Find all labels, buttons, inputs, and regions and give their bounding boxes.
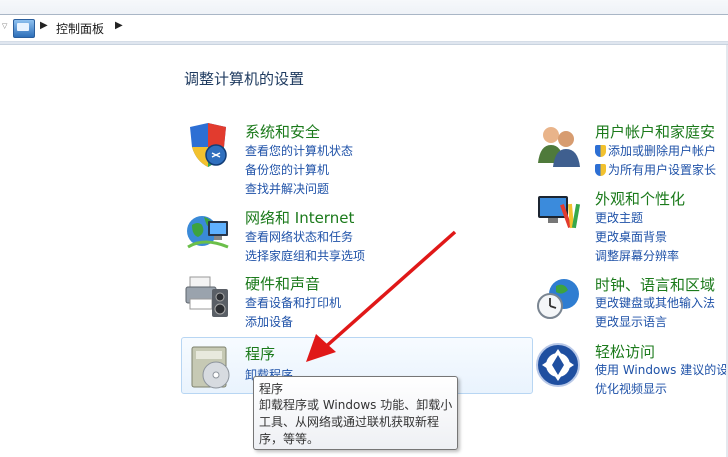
control-panel-icon xyxy=(13,19,35,38)
link-parental-controls[interactable]: 为所有用户设置家长 xyxy=(595,161,716,178)
category-title[interactable]: 用户帐户和家庭安 xyxy=(595,121,715,142)
category-title[interactable]: 程序 xyxy=(245,343,275,364)
link-view-status[interactable]: 查看您的计算机状态 xyxy=(245,142,353,159)
link-change-theme[interactable]: 更改主题 xyxy=(595,209,643,226)
page-title: 调整计算机的设置 xyxy=(184,70,305,88)
tooltip-description: 卸载程序或 Windows 功能、卸载小工具、从网络或通过联机获取新程序，等等。 xyxy=(259,398,453,446)
uac-shield-icon xyxy=(595,145,606,157)
link-label[interactable]: 为所有用户设置家长 xyxy=(608,163,716,177)
shield-security-icon xyxy=(190,123,227,167)
programs-disc-icon xyxy=(191,346,230,389)
tooltip-title: 程序 xyxy=(259,382,284,396)
ease-of-access-icon xyxy=(536,343,580,387)
link-change-background[interactable]: 更改桌面背景 xyxy=(595,228,667,245)
address-field[interactable]: ▽ ▶ 控制面板 ▶ xyxy=(0,14,728,42)
link-screen-resolution[interactable]: 调整屏幕分辨率 xyxy=(595,247,679,264)
link-troubleshoot[interactable]: 查找并解决问题 xyxy=(245,180,329,197)
monitor-palette-icon xyxy=(538,196,581,229)
link-optimize-display[interactable]: 优化视频显示 xyxy=(595,380,667,397)
address-bar: ▽ ▶ 控制面板 ▶ xyxy=(0,0,728,45)
link-devices-printers[interactable]: 查看设备和打印机 xyxy=(245,294,341,311)
category-title[interactable]: 外观和个性化 xyxy=(595,188,685,209)
category-title[interactable]: 时钟、语言和区域 xyxy=(595,274,715,295)
programs-tooltip: 程序 卸载程序或 Windows 功能、卸载小工具、从网络或通过联机获取新程序，… xyxy=(253,376,458,450)
link-network-status[interactable]: 查看网络状态和任务 xyxy=(245,228,353,245)
link-label[interactable]: 添加或删除用户帐户 xyxy=(608,144,716,158)
category-title[interactable]: 硬件和声音 xyxy=(245,273,320,294)
link-add-device[interactable]: 添加设备 xyxy=(245,313,293,330)
breadcrumb-separator-icon[interactable]: ▶ xyxy=(40,20,48,31)
category-title[interactable]: 网络和 Internet xyxy=(245,207,354,228)
category-title[interactable]: 轻松访问 xyxy=(595,341,655,362)
history-dropdown-icon[interactable]: ▽ xyxy=(2,22,7,30)
uac-shield-icon xyxy=(595,164,606,176)
link-backup[interactable]: 备份您的计算机 xyxy=(245,161,329,178)
breadcrumb-control-panel[interactable]: 控制面板 xyxy=(56,20,104,37)
link-homegroup[interactable]: 选择家庭组和共享选项 xyxy=(245,247,365,264)
link-windows-suggest[interactable]: 使用 Windows 建议的设 xyxy=(595,361,728,378)
category-title[interactable]: 系统和安全 xyxy=(245,121,320,142)
link-change-display-language[interactable]: 更改显示语言 xyxy=(595,313,667,330)
network-globe-icon xyxy=(187,216,229,249)
users-icon xyxy=(538,127,580,167)
link-add-remove-accounts[interactable]: 添加或删除用户帐户 xyxy=(595,142,716,159)
printer-speaker-icon xyxy=(185,276,228,317)
clock-globe-icon xyxy=(537,279,579,319)
breadcrumb-chevron-icon[interactable]: ▶ xyxy=(115,20,123,31)
link-change-keyboard[interactable]: 更改键盘或其他输入法 xyxy=(595,294,715,311)
